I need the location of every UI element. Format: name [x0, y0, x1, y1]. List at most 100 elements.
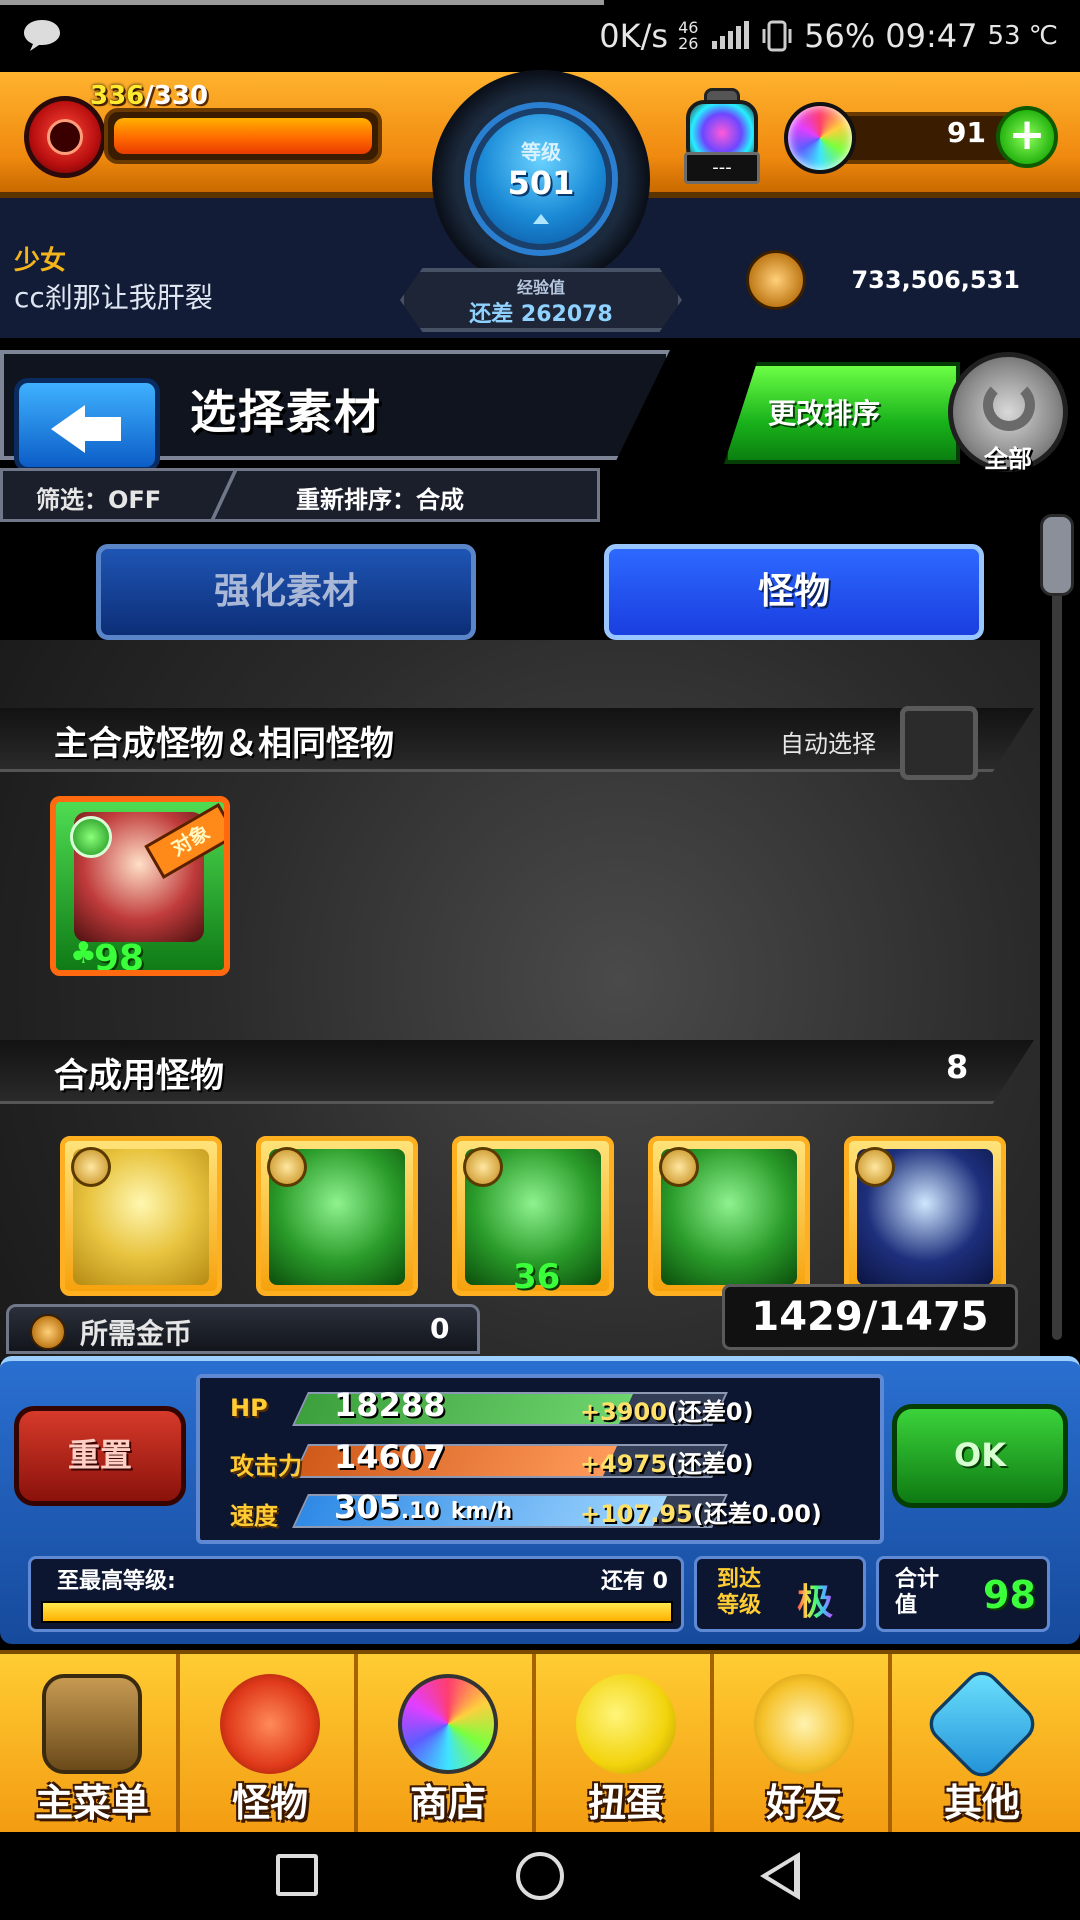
max-level-progress: 至最高等级: 还有 0: [28, 1556, 684, 1632]
page-title: 选择素材: [190, 385, 382, 439]
auto-select-checkbox[interactable]: [900, 706, 978, 780]
stamina-max: /330: [144, 81, 209, 111]
stat-bonus: +107.95(还差0.00): [580, 1494, 822, 1529]
max-level-fill: [43, 1603, 671, 1621]
level-value: 501: [507, 164, 575, 202]
stat-value: 18288: [334, 1386, 446, 1424]
clock: 09:47: [885, 17, 978, 55]
temperature: 53 ℃: [987, 21, 1058, 51]
network-speed: 0K/s: [599, 17, 669, 55]
gold-coin-icon: [746, 250, 806, 310]
stat-value: 14607: [334, 1438, 446, 1476]
download-progress: [0, 0, 604, 5]
system-nav-bar: [0, 1832, 1080, 1920]
gacha-egg-icon: [576, 1674, 676, 1774]
add-orbs-button[interactable]: +: [996, 106, 1058, 168]
coin-badge-icon: [463, 1147, 503, 1187]
level-ring: 等级 501: [432, 70, 650, 288]
speed-decimal: .10: [400, 1499, 440, 1524]
game-header: 336/330 等级 501 经验值 还差 262078 --- 91 + 少女…: [0, 70, 1080, 338]
signal-icon: [712, 21, 750, 49]
stat-bonus-amount: +4975: [580, 1450, 667, 1478]
back-button[interactable]: [14, 378, 160, 472]
rainbow-orb-icon: [784, 102, 856, 174]
nav-shop[interactable]: 商店: [360, 1654, 536, 1836]
max-level-track: [41, 1601, 673, 1623]
luck-value: 98: [94, 938, 145, 976]
player-title: 少女: [14, 246, 67, 276]
tab-monster[interactable]: 怪物: [604, 544, 984, 640]
stat-bonus-amount: +107.95: [580, 1500, 693, 1528]
main-monster-card[interactable]: 对象 ♣ 98: [50, 796, 230, 976]
nav-home[interactable]: 主菜单: [4, 1654, 180, 1836]
stamina-fill: [114, 118, 372, 154]
back-arrow-icon: [51, 405, 85, 453]
section-material-title: 合成用怪物: [54, 1056, 224, 1096]
total-luck-value: 98: [983, 1573, 1036, 1617]
nav-gacha[interactable]: 扭蛋: [538, 1654, 714, 1836]
home-icon[interactable]: [516, 1852, 564, 1900]
filter-toggle[interactable]: 筛选：OFF: [36, 480, 161, 515]
player-name: cc刹那让我肝裂: [14, 281, 213, 314]
total-luck-label: 合计值: [895, 1567, 940, 1618]
network-type: 46 26: [678, 20, 700, 52]
material-card[interactable]: [844, 1136, 1006, 1296]
orb-shop-icon: [398, 1674, 498, 1774]
section-main-title: 主合成怪物＆相同怪物: [54, 724, 394, 764]
refresh-all-button[interactable]: 全部: [948, 352, 1068, 473]
nav-label: 好友: [765, 1781, 842, 1825]
stat-row-attack: 攻击力 14607 +4975(还差0): [210, 1438, 878, 1484]
nav-monster[interactable]: 怪物: [182, 1654, 358, 1836]
tab-enhance-material[interactable]: 强化素材: [96, 544, 476, 640]
wood-element-icon: [70, 816, 112, 858]
required-gold-label: 所需金币: [80, 1317, 193, 1350]
speed-unit: km/h: [450, 1499, 513, 1524]
material-card[interactable]: [648, 1136, 810, 1296]
status-right: 0K/s 46 26 56% 09:47 53 ℃: [599, 16, 1058, 56]
stat-bonus-gap: (还差0): [666, 1450, 754, 1478]
nav-friends[interactable]: 好友: [716, 1654, 892, 1836]
nav-label: 其他: [943, 1781, 1020, 1825]
reset-button[interactable]: 重置: [14, 1406, 186, 1506]
network-type-bottom: 26: [678, 34, 699, 53]
reach-level-box: 到达等级 极: [694, 1556, 866, 1632]
stamina-bar: [104, 108, 382, 164]
material-card[interactable]: 36: [452, 1136, 614, 1296]
coin-badge-icon: [659, 1147, 699, 1187]
item-slot-text: ---: [684, 152, 760, 184]
material-count: 8: [946, 1048, 969, 1086]
monster-icon: [220, 1674, 320, 1774]
material-level: 36: [513, 1257, 561, 1296]
level-up-arrow-icon: [533, 214, 549, 224]
ok-button[interactable]: OK: [892, 1404, 1068, 1508]
required-gold-value: 0: [430, 1312, 450, 1345]
recent-apps-icon[interactable]: [276, 1854, 318, 1896]
bottom-nav: 主菜单 怪物 商店 扭蛋 好友 其他: [0, 1650, 1080, 1836]
required-gold-bar: [6, 1304, 480, 1354]
chat-notification-icon: [24, 20, 60, 51]
reach-level-label: 到达等级: [717, 1567, 762, 1618]
item-slot[interactable]: ---: [680, 88, 764, 188]
max-level-label: 至最高等级:: [57, 1569, 176, 1594]
clover-icon: ♣: [70, 936, 97, 971]
scrollbar-track[interactable]: [1052, 520, 1062, 1340]
box-capacity: 1429/1475: [722, 1284, 1018, 1350]
stat-bonus-amount: +3900: [580, 1398, 667, 1426]
coin-badge-icon: [267, 1147, 307, 1187]
nav-label: 扭蛋: [587, 1781, 664, 1825]
stat-row-hp: HP 18288 +3900(还差0): [210, 1386, 878, 1432]
nav-other[interactable]: 其他: [894, 1654, 1070, 1836]
total-luck-box: 合计值 98: [876, 1556, 1050, 1632]
scrollbar-thumb[interactable]: [1040, 514, 1074, 596]
nav-label: 商店: [409, 1781, 486, 1825]
material-card[interactable]: [60, 1136, 222, 1296]
material-card[interactable]: [256, 1136, 418, 1296]
stamina-text: 336/330: [90, 78, 290, 114]
resort-button[interactable]: 重新排序：合成: [296, 480, 464, 515]
gold-coin-icon: [30, 1314, 66, 1350]
refresh-icon: [983, 379, 1035, 431]
back-icon-inner: [768, 1860, 794, 1892]
stats-box: HP 18288 +3900(还差0) 攻击力 14607 +4975(还差0)…: [196, 1374, 884, 1544]
level-label: 等级: [521, 140, 561, 164]
nav-label: 主菜单: [34, 1781, 149, 1825]
